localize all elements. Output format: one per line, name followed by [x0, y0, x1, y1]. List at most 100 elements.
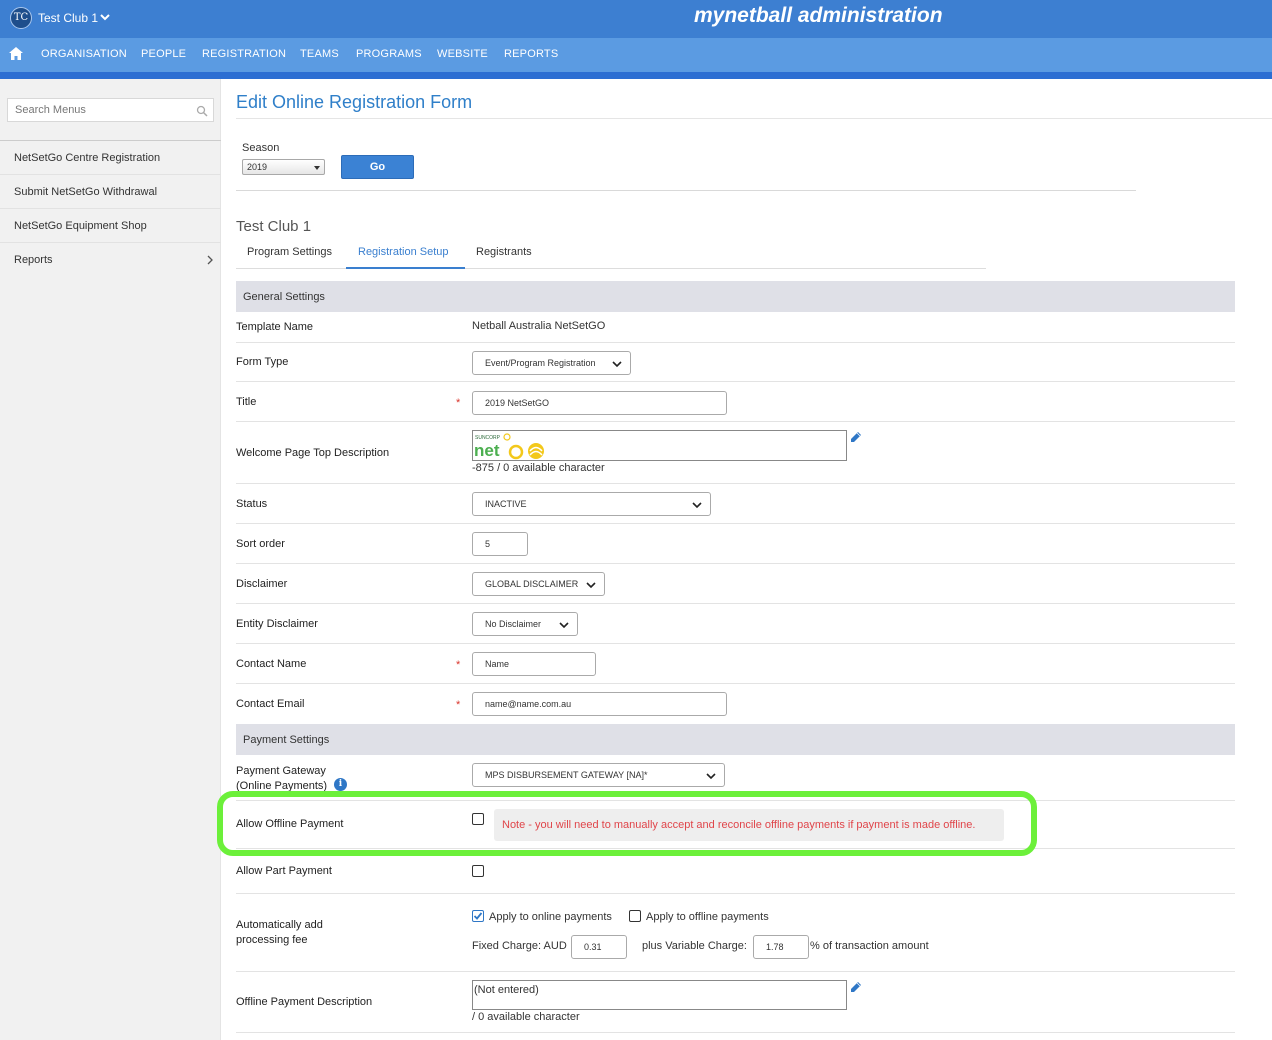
template-name-value: Netball Australia NetSetGO: [472, 320, 606, 332]
sidebar-item-label: Submit NetSetGo Withdrawal: [14, 186, 158, 198]
allow-part-payment-label: Allow Part Payment: [236, 865, 332, 877]
status-select-value: INACTIVE: [485, 499, 527, 509]
nav-people[interactable]: PEOPLE: [141, 48, 186, 60]
chevron-down-icon[interactable]: [100, 12, 110, 22]
form-type-label: Form Type: [236, 356, 289, 368]
search-icon[interactable]: [196, 105, 208, 117]
chevron-down-icon: [706, 773, 716, 780]
netsetgo-logo-image: SUNCORP net: [474, 432, 554, 460]
status-label: Status: [236, 498, 268, 510]
tab-registration-setup[interactable]: Registration Setup: [358, 246, 449, 258]
processing-fee-label-line1: Automatically add: [236, 919, 323, 931]
welcome-description-editor[interactable]: SUNCORP net: [472, 430, 847, 461]
nav-registration[interactable]: REGISTRATION: [202, 48, 286, 60]
top-bar: TC Test Club 1 mynetball administration: [0, 0, 1272, 38]
payment-settings-header: Payment Settings: [236, 724, 1235, 755]
fixed-charge-label: Fixed Charge: AUD: [472, 940, 567, 952]
club-switcher-label[interactable]: Test Club 1: [38, 11, 98, 25]
processing-fee-row: Automatically add processing fee: [236, 894, 1235, 972]
sort-order-label: Sort order: [236, 538, 285, 550]
go-button[interactable]: Go: [341, 155, 414, 179]
main-nav: ORGANISATION PEOPLE REGISTRATION TEAMS P…: [0, 38, 1272, 72]
entity-disclaimer-select-value: No Disclaimer: [485, 619, 542, 629]
club-heading: Test Club 1: [236, 218, 312, 235]
status-select[interactable]: INACTIVE: [472, 492, 711, 516]
payment-gateway-select[interactable]: MPS DISBURSEMENT GATEWAY [NA]*: [472, 763, 725, 787]
contact-name-label: Contact Name: [236, 658, 307, 670]
sidebar-item-netsetgo-centre-registration[interactable]: NetSetGo Centre Registration: [0, 141, 221, 175]
season-divider: [236, 190, 1136, 191]
template-name-label: Template Name: [236, 321, 314, 333]
variable-charge-label: plus Variable Charge:: [642, 940, 747, 952]
season-label: Season: [242, 142, 280, 154]
nav-teams[interactable]: TEAMS: [300, 48, 339, 60]
edit-pencil-icon[interactable]: [850, 981, 862, 993]
sidebar-item-label: NetSetGo Centre Registration: [14, 152, 161, 164]
tab-registrants[interactable]: Registrants: [476, 246, 532, 258]
disclaimer-row: Disclaimer: [236, 564, 1235, 604]
fixed-charge-input[interactable]: 0.31: [571, 935, 627, 959]
offline-description-editor[interactable]: (Not entered): [472, 980, 847, 1010]
home-icon[interactable]: [9, 47, 23, 60]
chevron-down-icon: [559, 622, 569, 629]
sort-order-input[interactable]: 5: [472, 532, 528, 556]
form-type-select-value: Event/Program Registration: [485, 358, 596, 368]
tab-program-settings[interactable]: Program Settings: [247, 246, 332, 258]
contact-name-input[interactable]: Name: [472, 652, 596, 676]
sidebar-item-label: Reports: [14, 254, 53, 266]
nav-stripe: [0, 72, 1272, 79]
sidebar-item-netsetgo-equipment-shop[interactable]: NetSetGo Equipment Shop: [0, 209, 221, 243]
caret-down-icon: [314, 166, 320, 170]
season-select[interactable]: 2019: [242, 159, 325, 175]
logo-word-text: net: [474, 441, 500, 460]
sidebar: NetSetGo Centre Registration Submit NetS…: [0, 79, 221, 1040]
required-marker: *: [456, 699, 461, 711]
edit-pencil-icon[interactable]: [850, 431, 862, 443]
sidebar-item-reports[interactable]: Reports: [0, 243, 221, 277]
sidebar-item-label: NetSetGo Equipment Shop: [14, 220, 147, 232]
title-label: Title: [236, 396, 257, 408]
chevron-down-icon: [692, 502, 702, 509]
nav-programs[interactable]: PROGRAMS: [356, 48, 422, 60]
apply-online-checkbox[interactable]: [472, 910, 484, 922]
nav-website[interactable]: WEBSITE: [437, 48, 488, 60]
sidebar-item-submit-netsetgo-withdrawal[interactable]: Submit NetSetGo Withdrawal: [0, 175, 221, 209]
club-avatar[interactable]: TC: [10, 7, 32, 29]
processing-fee-label: Automatically add processing fee: [236, 918, 323, 948]
nav-reports[interactable]: REPORTS: [504, 48, 558, 60]
chevron-down-icon: [586, 582, 596, 589]
checkmark-icon: [473, 912, 483, 920]
entity-disclaimer-select[interactable]: No Disclaimer: [472, 612, 578, 636]
required-marker: *: [456, 659, 461, 671]
status-row: Status: [236, 484, 1235, 524]
payment-gateway-label-line1: Payment Gateway: [236, 765, 326, 777]
title-divider: [236, 118, 1272, 119]
page-title: Edit Online Registration Form: [236, 92, 473, 112]
allow-part-payment-row: Allow Part Payment: [236, 849, 1235, 894]
contact-email-input[interactable]: name@name.com.au: [472, 692, 727, 716]
offline-description-label: Offline Payment Description: [236, 996, 373, 1008]
welcome-description-label: Welcome Page Top Description: [236, 447, 390, 459]
apply-offline-checkbox[interactable]: [629, 910, 641, 922]
form-type-row: Form Type: [236, 343, 1235, 382]
entity-disclaimer-label: Entity Disclaimer: [236, 618, 318, 630]
contact-name-row: Contact Name *: [236, 644, 1235, 684]
active-tab-indicator: [346, 267, 465, 269]
payment-gateway-label: Payment Gateway (Online Payments): [236, 764, 327, 794]
payment-gateway-select-value: MPS DISBURSEMENT GATEWAY [NA]*: [485, 770, 648, 780]
highlight-outline: [217, 791, 1037, 856]
nav-organisation[interactable]: ORGANISATION: [41, 48, 127, 60]
variable-charge-input[interactable]: 1.78: [753, 935, 809, 959]
search-menus-input[interactable]: [8, 99, 188, 121]
allow-part-payment-checkbox[interactable]: [472, 865, 484, 877]
info-icon[interactable]: i: [334, 778, 347, 791]
disclaimer-select[interactable]: GLOBAL DISCLAIMER: [472, 572, 605, 596]
general-settings-header: General Settings: [236, 281, 1235, 312]
disclaimer-select-value: GLOBAL DISCLAIMER: [485, 579, 579, 589]
title-input[interactable]: 2019 NetSetGO: [472, 391, 727, 415]
form-type-select[interactable]: Event/Program Registration: [472, 351, 631, 375]
welcome-char-count: -875 / 0 available character: [472, 462, 605, 474]
offline-description-char-count: / 0 available character: [472, 1011, 580, 1023]
sort-order-row: Sort order: [236, 524, 1235, 564]
search-menus-box: [7, 98, 214, 122]
